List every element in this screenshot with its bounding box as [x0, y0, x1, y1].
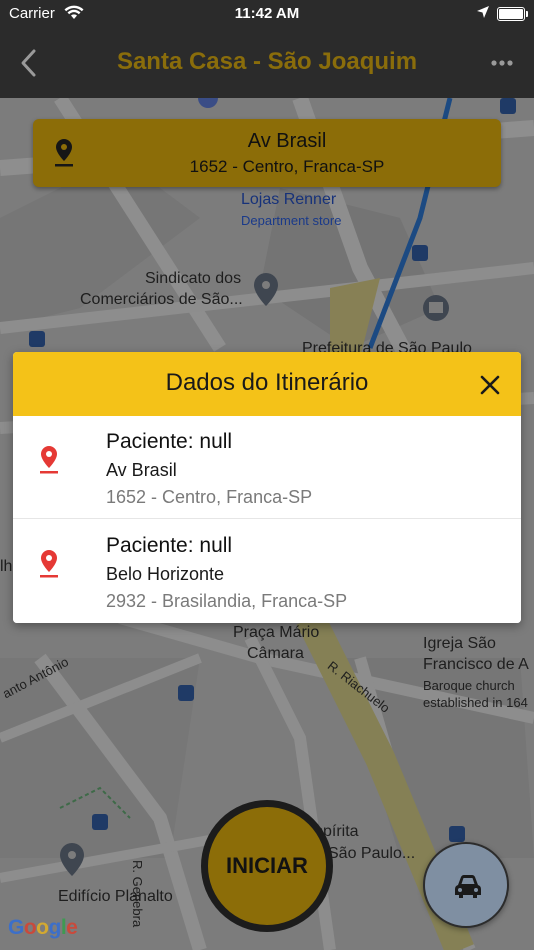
battery-tip [526, 11, 528, 17]
itinerary-item[interactable]: Paciente: null Belo Horizonte 2932 - Bra… [13, 520, 521, 623]
location-arrow-icon [476, 5, 490, 23]
map-label-espirita-2: São Paulo... [328, 845, 416, 862]
car-button[interactable] [423, 842, 509, 928]
item-detail: 1652 - Centro, Franca-SP [106, 487, 313, 507]
item-detail: 2932 - Brasilandia, Franca-SP [106, 591, 348, 611]
itinerary-item[interactable]: Paciente: null Av Brasil 1652 - Centro, … [13, 416, 521, 519]
navigation-bar: Santa Casa - São Joaquim [0, 28, 534, 98]
location-pin-icon [38, 548, 60, 580]
item-street: Av Brasil [106, 460, 177, 480]
map-label-sindicato-2: Comerciários de São... [80, 291, 243, 308]
back-arrow-icon[interactable] [14, 46, 44, 80]
battery-icon [497, 7, 525, 21]
map-label-praca-2: Câmara [247, 645, 304, 662]
patient-label: Paciente: null [106, 430, 233, 453]
nav-title: Santa Casa - São Joaquim [116, 48, 418, 75]
modal-title: Dados do Itinerário [165, 369, 369, 396]
more-options-icon[interactable] [486, 50, 518, 76]
map-label-planalto: Edifício Planalto [58, 888, 173, 905]
location-pin-icon [51, 137, 77, 169]
map-label-igreja-type-1: Baroque church [423, 678, 515, 693]
google-logo-letter: o [36, 916, 49, 939]
destination-card[interactable]: Av Brasil 1652 - Centro, Franca-SP [33, 119, 501, 187]
map-label-igreja-1: Igreja São [423, 635, 496, 652]
start-button-label: INICIAR [226, 853, 308, 878]
car-icon [455, 875, 481, 898]
status-time: 11:42 AM [234, 5, 300, 22]
google-logo-letter: g [48, 916, 62, 939]
map-label-praca-1: Praça Mário [233, 624, 320, 641]
item-street: Belo Horizonte [106, 564, 225, 584]
itinerary-modal: Dados do Itinerário Paciente: null Av Br… [13, 352, 521, 623]
close-icon[interactable] [477, 372, 503, 398]
start-button[interactable]: INICIAR [201, 800, 333, 932]
map-label-igreja-2: Francisco de A [423, 656, 529, 673]
modal-header: Dados do Itinerário [13, 352, 521, 416]
map-label-lojas-type: Department store [241, 213, 342, 228]
map-label-left-edge: lh [0, 558, 13, 575]
map-label-igreja-type-2: established in 164 [423, 695, 528, 710]
location-pin-icon [38, 444, 60, 476]
google-logo-letter: G [8, 916, 24, 939]
patient-label: Paciente: null [106, 534, 233, 557]
destination-detail: 1652 - Centro, Franca-SP [189, 157, 385, 176]
destination-street: Av Brasil [247, 130, 327, 152]
google-logo-letter: o [23, 916, 37, 939]
google-logo-letter: e [66, 916, 78, 939]
map-label-lojas: Lojas Renner [241, 191, 337, 208]
map-label-sindicato-1: Sindicato dos [145, 270, 242, 287]
status-bar: Carrier 11:42 AM [0, 0, 534, 28]
google-logo: Google [8, 916, 78, 940]
